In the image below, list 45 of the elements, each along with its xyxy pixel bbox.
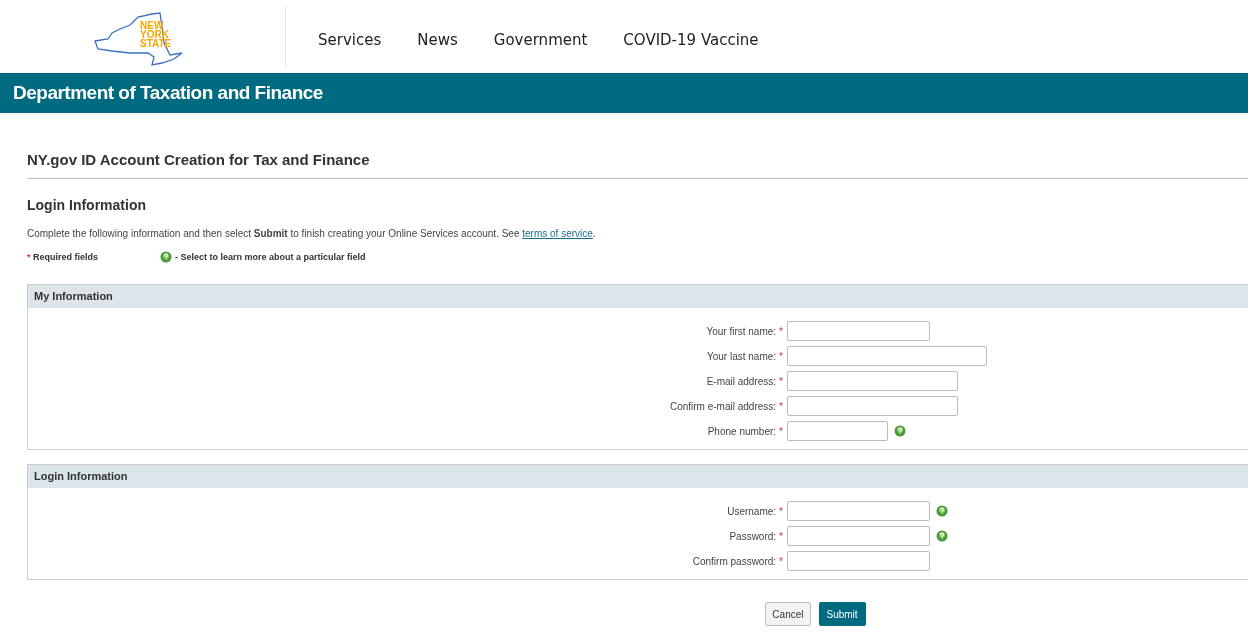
field-label: Confirm password: <box>692 555 777 567</box>
panel-title: My Information <box>34 289 113 305</box>
nav-link[interactable]: Government <box>493 29 588 52</box>
page-title: NY.gov ID Account Creation for Tax and Finance <box>27 150 371 170</box>
field-label: Confirm e-mail address: <box>669 400 777 412</box>
text-field[interactable] <box>787 371 958 391</box>
panel-title: Login Information <box>34 469 128 485</box>
nav-link[interactable]: COVID-19 Vaccine <box>623 29 759 52</box>
text-field[interactable] <box>787 421 888 441</box>
required-mark: * <box>779 325 783 337</box>
required-mark: * <box>779 505 783 517</box>
logo-text: NEW <box>140 20 164 30</box>
required-mark: * <box>779 425 783 437</box>
help-icon[interactable] <box>160 251 172 264</box>
field-label: E-mail address: <box>706 375 777 387</box>
field-label: Username: <box>727 505 777 517</box>
text-field[interactable] <box>787 526 930 546</box>
required-mark: * <box>779 400 783 412</box>
text-field[interactable] <box>787 346 987 366</box>
field-label: Your last name: <box>706 350 777 362</box>
terms-link[interactable]: terms of service <box>522 227 593 239</box>
field-label: Your first name: <box>706 325 777 337</box>
text-field[interactable] <box>787 551 930 571</box>
nav-link[interactable]: News <box>417 29 458 52</box>
help-icon[interactable] <box>894 425 906 437</box>
help-icon[interactable] <box>936 505 948 517</box>
field-label: Phone number: <box>707 425 777 437</box>
cancel-button[interactable]: Cancel <box>765 602 811 626</box>
text-field[interactable] <box>787 321 930 341</box>
required-mark: * <box>779 375 783 387</box>
required-mark: * <box>779 350 783 362</box>
instructions-text: Complete the following information and then select Submit to finish creating your Online Services account. See terms of service. <box>27 226 597 241</box>
help-legend: - Select to learn more about a particular field <box>175 250 366 264</box>
required-mark: * <box>779 555 783 567</box>
help-icon[interactable] <box>936 530 948 542</box>
submit-button[interactable]: Submit <box>818 602 866 626</box>
text-field[interactable] <box>787 501 930 521</box>
department-title: Department of Taxation and Finance <box>13 80 323 105</box>
logo-text: YORK <box>140 29 169 39</box>
text-field[interactable] <box>787 396 958 416</box>
nav-link[interactable]: Services <box>318 29 382 52</box>
required-note: * Required fields <box>27 250 100 264</box>
required-mark: * <box>779 530 783 542</box>
field-label: Password: <box>729 530 777 542</box>
section-title: Login Information <box>27 195 147 215</box>
